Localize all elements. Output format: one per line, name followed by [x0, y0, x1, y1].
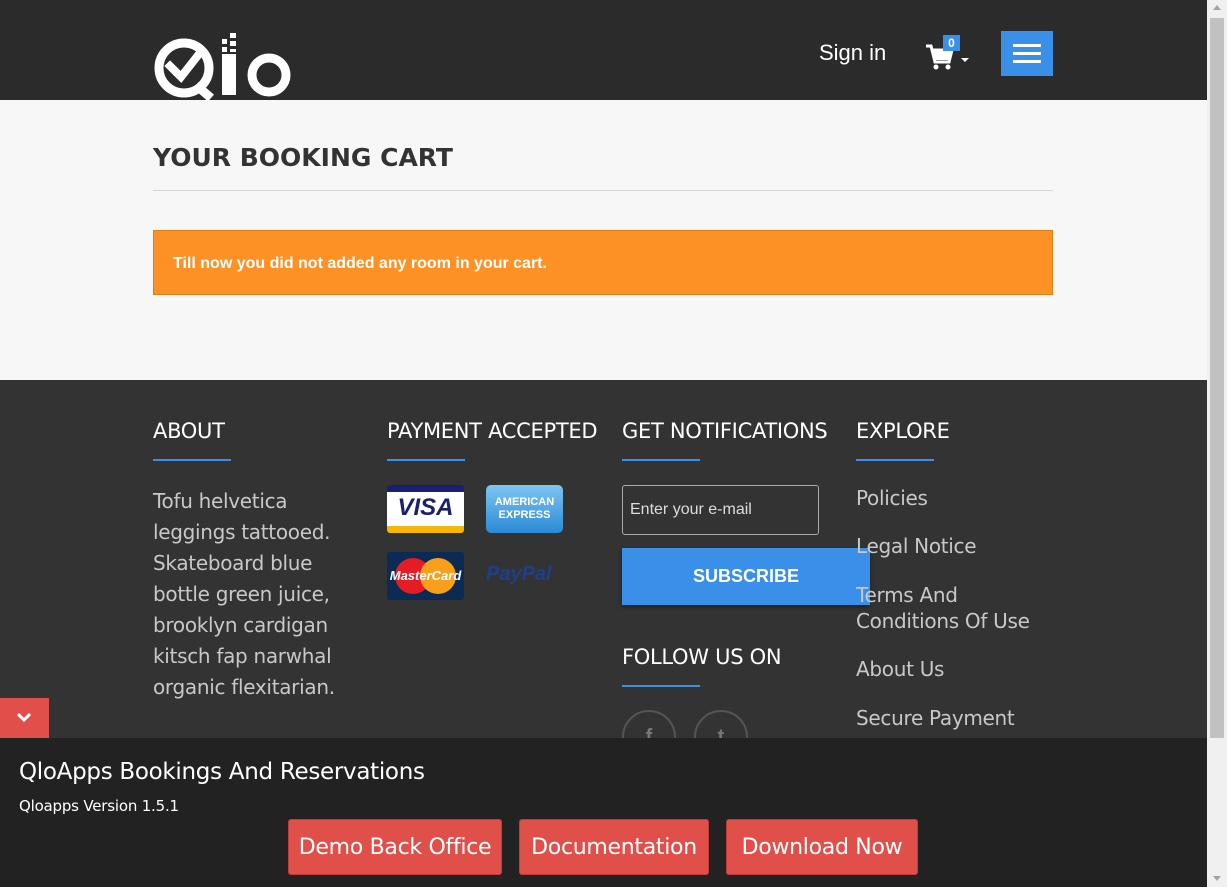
explore-link-secure-payment[interactable]: Secure Payment	[856, 705, 1015, 731]
scrollbar-thumb[interactable]	[1210, 18, 1224, 738]
title-divider	[153, 190, 1053, 191]
explore-heading: EXPLORE	[856, 419, 950, 443]
about-heading: ABOUT	[153, 419, 225, 443]
collapse-banner-button[interactable]	[0, 698, 49, 738]
chevron-down-icon	[17, 713, 31, 723]
sign-in-link[interactable]: Sign in	[819, 40, 886, 66]
heading-underline	[153, 459, 231, 461]
documentation-button[interactable]: Documentation	[519, 819, 709, 875]
heading-underline	[856, 459, 934, 461]
page-title: YOUR BOOKING CART	[153, 143, 453, 172]
about-text: Tofu helvetica leggings tattooed. Skateb…	[153, 489, 335, 699]
paypal-icon: PayPal	[486, 563, 552, 585]
scroll-down-icon[interactable]	[1213, 876, 1221, 881]
mastercard-label: MasterCard	[389, 568, 462, 583]
heading-underline	[622, 459, 700, 461]
empty-cart-alert: Till now you did not added any room in y…	[153, 230, 1053, 295]
menu-icon-bar	[1013, 44, 1041, 47]
follow-heading: FOLLOW US ON	[622, 645, 782, 669]
qlo-logo[interactable]	[153, 30, 295, 102]
explore-link-terms[interactable]: Terms And Conditions Of Use	[856, 582, 1036, 634]
amex-card-icon: AMERICAN EXPRESS	[486, 485, 563, 533]
notifications-heading: GET NOTIFICATIONS	[622, 419, 828, 443]
heading-underline	[622, 685, 700, 687]
subscribe-button[interactable]: SUBSCRIBE	[622, 548, 870, 605]
banner-title: QloApps Bookings And Reservations	[19, 759, 425, 785]
download-now-button[interactable]: Download Now	[726, 819, 918, 875]
banner-version: Qloapps Version 1.5.1	[19, 797, 179, 815]
payment-heading: PAYMENT ACCEPTED	[387, 419, 598, 443]
newsletter-email-input[interactable]	[622, 485, 819, 535]
scroll-up-icon[interactable]	[1213, 5, 1221, 10]
explore-link-policies[interactable]: Policies	[856, 485, 928, 511]
hamburger-menu-button[interactable]	[1001, 31, 1053, 76]
explore-link-about-us[interactable]: About Us	[856, 656, 944, 682]
vertical-scrollbar[interactable]	[1207, 0, 1227, 887]
cart-count-badge: 0	[943, 35, 960, 51]
mastercard-icon: MasterCard	[387, 552, 464, 600]
demo-back-office-button[interactable]: Demo Back Office	[288, 819, 502, 875]
visa-card-icon: VISA	[387, 485, 464, 533]
site-header: Sign in 0	[0, 0, 1207, 102]
menu-icon-bar	[1013, 52, 1041, 55]
explore-link-legal-notice[interactable]: Legal Notice	[856, 533, 977, 559]
heading-underline	[387, 459, 465, 461]
chevron-down-icon	[961, 58, 969, 62]
menu-icon-bar	[1013, 60, 1041, 63]
